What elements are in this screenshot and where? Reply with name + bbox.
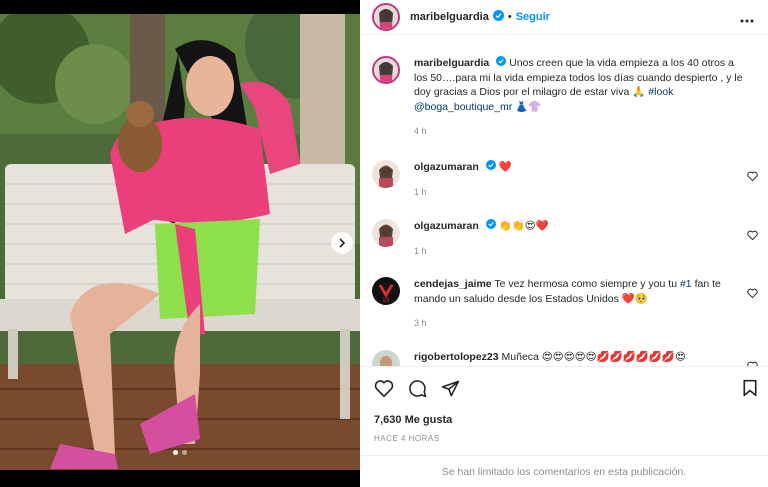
carousel-dot <box>182 450 187 455</box>
carousel-dots <box>0 450 360 455</box>
share-button[interactable] <box>441 379 460 403</box>
svg-text:23: 23 <box>383 298 390 304</box>
comment-text: Muñeca 😍😍😍😍😍💋💋💋💋💋💋😍 <box>501 351 686 363</box>
more-options-button[interactable] <box>740 10 754 28</box>
comment-item: rigobertolopez23 Muñeca 😍😍😍😍😍💋💋💋💋💋💋😍 <box>372 350 762 366</box>
next-image-button[interactable] <box>331 232 353 254</box>
caption-emoji: 👗👚 <box>515 100 542 113</box>
heart-icon <box>747 230 758 241</box>
post-photo <box>0 14 360 474</box>
comment-hashtag[interactable]: #1 <box>680 278 692 290</box>
comment-time: 3 h <box>414 318 427 328</box>
verified-icon <box>485 219 496 234</box>
comments-list[interactable]: maribelguardia Unos creen que la vida em… <box>360 48 768 366</box>
avatar[interactable] <box>372 219 400 247</box>
heart-icon <box>747 171 758 182</box>
comment-time: 1 h <box>414 186 427 197</box>
avatar[interactable] <box>372 3 400 31</box>
carousel-dot <box>173 450 178 455</box>
comment-icon <box>409 380 427 398</box>
like-comment-button[interactable] <box>747 285 758 303</box>
post-actions: 7,630 Me gusta HACE 4 HORAS Se han limit… <box>360 366 768 487</box>
comment-item: 23 cendejas_jaime Te vez hermosa como si… <box>372 277 762 331</box>
caption: maribelguardia Unos creen que la vida em… <box>372 56 762 139</box>
likes-count[interactable]: 7,630 Me gusta <box>374 414 452 426</box>
post-header: maribelguardia • Seguir <box>360 0 768 35</box>
caption-time: 4 h <box>414 126 427 137</box>
comment-item: olgazumaran ❤️ 1 h <box>372 160 762 199</box>
more-icon <box>740 19 754 23</box>
like-comment-button[interactable] <box>747 358 758 366</box>
avatar[interactable] <box>372 160 400 188</box>
like-comment-button[interactable] <box>747 168 758 186</box>
verified-icon <box>492 8 504 26</box>
like-button[interactable] <box>374 379 394 403</box>
header-username[interactable]: maribelguardia <box>410 11 489 23</box>
verified-icon <box>496 56 507 71</box>
action-icons <box>374 379 460 403</box>
caption-username[interactable]: maribelguardia <box>414 57 489 69</box>
caption-mention[interactable]: @boga_boutique_mr <box>414 101 512 113</box>
avatar[interactable] <box>372 350 400 366</box>
next-arrow-icon <box>339 238 346 248</box>
comment-text: ❤️ <box>498 161 512 174</box>
dot-separator: • <box>507 11 512 23</box>
avatar[interactable] <box>372 56 400 84</box>
like-comment-button[interactable] <box>747 227 758 245</box>
save-icon <box>743 379 757 397</box>
comment-time: 1 h <box>414 245 427 256</box>
comment-text: 👏👏😍❤️ <box>498 220 549 233</box>
comment-item: olgazumaran 👏👏😍❤️ 1 h <box>372 219 762 258</box>
caption-hashtag[interactable]: #look <box>648 86 673 98</box>
comment-username[interactable]: olgazumaran <box>414 161 479 173</box>
post-side-panel: maribelguardia • Seguir maribelguardia U… <box>360 0 768 487</box>
avatar[interactable]: 23 <box>372 277 400 305</box>
follow-button[interactable]: Seguir <box>516 11 550 23</box>
heart-icon <box>374 380 394 398</box>
comment-username[interactable]: cendejas_jaime <box>414 278 492 290</box>
comment-username[interactable]: olgazumaran <box>414 220 479 232</box>
post-media[interactable] <box>0 0 360 487</box>
comments-limited-notice: Se han limitado los comentarios en esta … <box>360 455 768 487</box>
comment-button[interactable] <box>408 379 427 403</box>
media-bottom-bar <box>0 470 360 487</box>
verified-icon <box>485 160 496 175</box>
save-button[interactable] <box>742 379 758 402</box>
comment-text: Te vez hermosa como siempre y you tu <box>494 278 678 290</box>
post-time: HACE 4 HORAS <box>374 434 440 443</box>
media-top-bar <box>0 0 360 14</box>
share-icon <box>441 380 460 397</box>
heart-icon <box>747 288 758 299</box>
comment-username[interactable]: rigobertolopez23 <box>414 351 499 363</box>
